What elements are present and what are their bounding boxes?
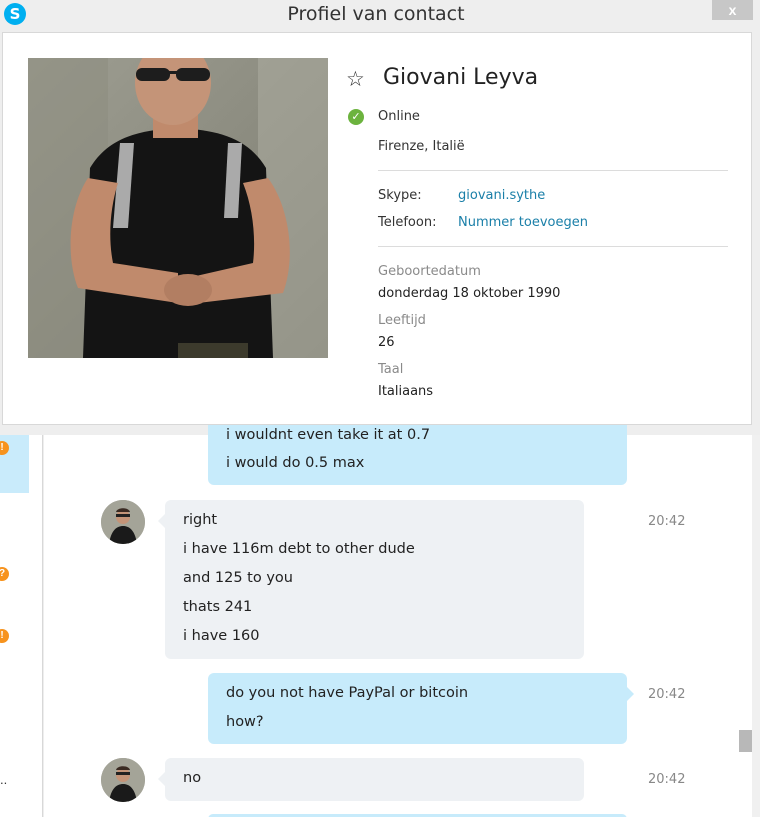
status-text: Online bbox=[378, 109, 420, 124]
message-line: how? bbox=[226, 714, 264, 730]
rail-notification-badge-3[interactable]: ! bbox=[0, 629, 9, 643]
divider bbox=[378, 246, 728, 247]
message-timestamp: 20:42 bbox=[648, 514, 686, 529]
skype-label: Skype: bbox=[378, 188, 422, 203]
bubble-tail bbox=[627, 687, 634, 701]
chat-scrollbar-thumb[interactable] bbox=[739, 730, 752, 752]
skype-name-link[interactable]: giovani.sythe bbox=[458, 188, 545, 203]
rail-more-indicator: .. bbox=[0, 772, 8, 787]
birthday-label: Geboortedatum bbox=[378, 264, 481, 279]
message-bubble-incoming: no bbox=[165, 758, 584, 801]
message-line: right bbox=[183, 512, 218, 528]
add-phone-link[interactable]: Nummer toevoegen bbox=[458, 215, 588, 230]
profile-photo bbox=[28, 58, 328, 358]
message-line: thats 241 bbox=[183, 599, 253, 615]
age-value: 26 bbox=[378, 335, 395, 350]
rail-notification-badge-2[interactable]: ? bbox=[0, 567, 9, 581]
message-line: do you not have PayPal or bitcoin bbox=[226, 685, 469, 701]
age-label: Leeftijd bbox=[378, 313, 426, 328]
contact-avatar[interactable] bbox=[101, 758, 145, 802]
bubble-tail bbox=[158, 514, 165, 528]
birthday-value: donderdag 18 oktober 1990 bbox=[378, 286, 561, 301]
message-line: i wouldnt even take it at 0.7 bbox=[226, 427, 431, 443]
message-line: and 125 to you bbox=[183, 570, 293, 586]
chat-scrollbar[interactable] bbox=[752, 435, 760, 817]
favorite-star-icon[interactable]: ☆ bbox=[346, 67, 365, 92]
chat-history: i wouldnt even take it at 0.7 i would do… bbox=[44, 415, 752, 817]
message-timestamp: 20:42 bbox=[648, 772, 686, 787]
phone-label: Telefoon: bbox=[378, 215, 437, 230]
message-timestamp: 20:42 bbox=[648, 687, 686, 702]
message-line: i have 116m debt to other dude bbox=[183, 541, 415, 557]
title-bar: S Profiel van contact x bbox=[0, 0, 760, 30]
bubble-tail bbox=[158, 772, 165, 786]
message-line: no bbox=[183, 770, 202, 786]
contact-profile-panel: ☆ Giovani Leyva ✓ Online Firenze, Italië… bbox=[2, 32, 752, 425]
contact-name: Giovani Leyva bbox=[383, 65, 539, 90]
language-label: Taal bbox=[378, 362, 404, 377]
window-title: Profiel van contact bbox=[287, 3, 465, 25]
message-bubble-outgoing: do you not have PayPal or bitcoin how? bbox=[208, 673, 627, 744]
divider bbox=[378, 170, 728, 171]
location-text: Firenze, Italië bbox=[378, 139, 465, 154]
conversation-rail: ! ? ! .. bbox=[0, 435, 43, 817]
message-bubble-outgoing: i wouldnt even take it at 0.7 i would do… bbox=[208, 415, 627, 485]
message-line: i have 160 bbox=[183, 628, 260, 644]
message-line: i would do 0.5 max bbox=[226, 455, 365, 471]
online-status-icon: ✓ bbox=[348, 109, 364, 125]
language-value: Italiaans bbox=[378, 384, 434, 399]
message-bubble-incoming: right i have 116m debt to other dude and… bbox=[165, 500, 584, 659]
contact-avatar[interactable] bbox=[101, 500, 145, 544]
close-button[interactable]: x bbox=[712, 0, 753, 20]
